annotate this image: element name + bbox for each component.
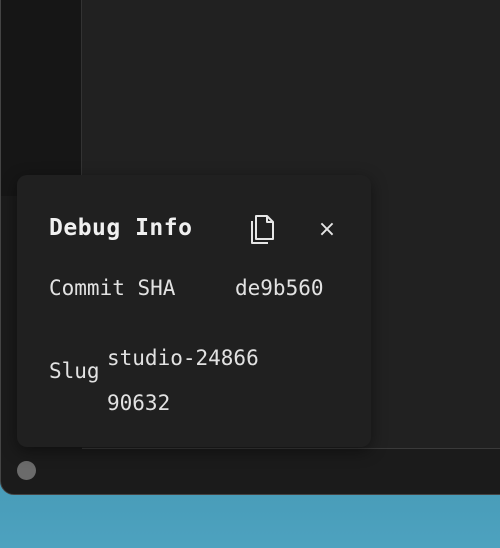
copy-button[interactable] <box>245 211 279 247</box>
slug-label: Slug <box>49 359 100 383</box>
commit-sha-value: de9b560 <box>235 276 324 300</box>
slug-value: studio-2486690632 <box>107 346 259 415</box>
panel-title: Debug Info <box>49 215 193 241</box>
debug-info-panel: Debug Info × Commit SHA de9b560 Slug stu… <box>17 175 371 447</box>
app-window: Debug Info × Commit SHA de9b560 Slug stu… <box>0 0 500 495</box>
copy-icon <box>251 215 274 244</box>
close-button[interactable]: × <box>313 213 341 245</box>
status-indicator-dot[interactable] <box>17 461 36 480</box>
close-icon: × <box>317 216 337 242</box>
commit-sha-label: Commit SHA <box>49 276 176 300</box>
sidebar <box>1 0 82 196</box>
